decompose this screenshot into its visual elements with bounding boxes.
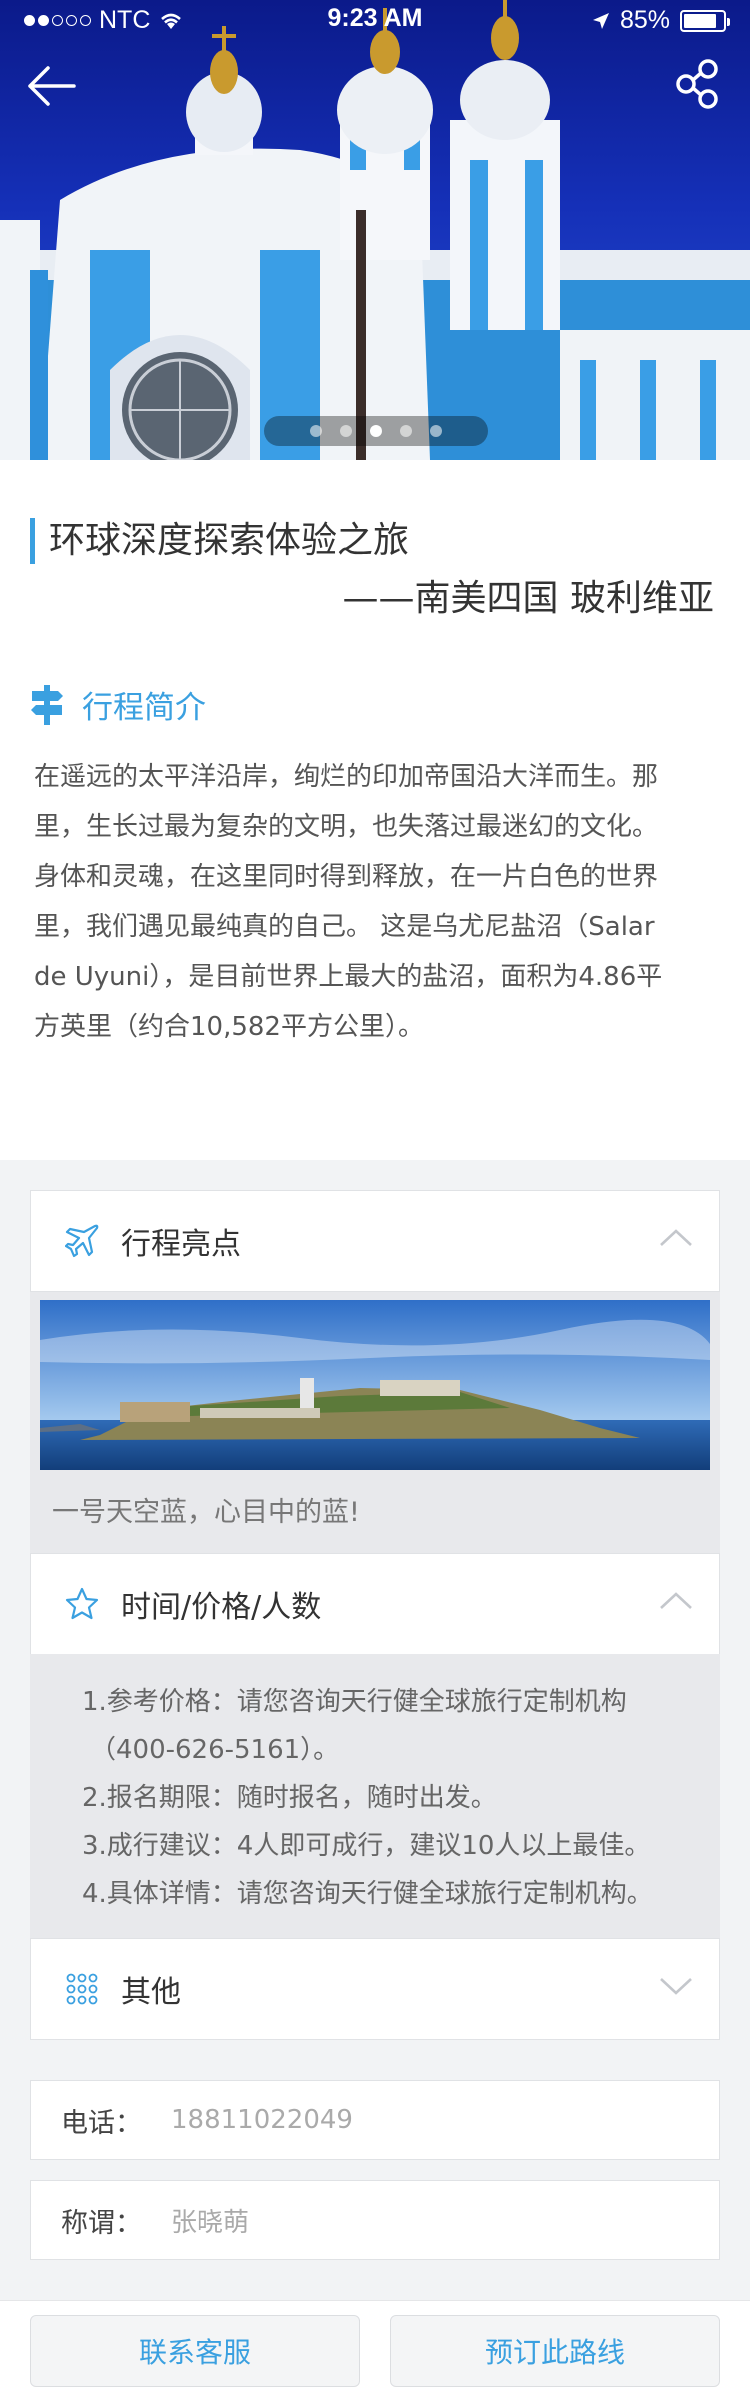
trip-intro: 环球深度探索体验之旅 ——南美四国 玻利维亚 行程简介 在遥远的太平洋沿岸，绚烂… xyxy=(0,460,750,1160)
carousel-pager[interactable] xyxy=(264,416,488,446)
trip-title: 环球深度探索体验之旅 xyxy=(30,518,409,564)
overview-line: 身体和灵魂，在这里同时得到释放，在一片白色的世界 xyxy=(34,862,659,892)
highlight-photo xyxy=(40,1300,710,1470)
chevron-down-icon[interactable] xyxy=(659,1975,693,1997)
info-line: 2.报名期限：随时报名，随时出发。 xyxy=(82,1783,497,1813)
signpost-icon xyxy=(31,684,63,725)
battery-percent: 85% xyxy=(619,6,670,34)
time-price-content: 1.参考价格：请您咨询天行健全球旅行定制机构 （400-626-5161）。 2… xyxy=(30,1654,720,1938)
overview-line: 在遥远的太平洋沿岸，绚烂的印加帝国沿大洋而生。那 xyxy=(34,762,659,792)
name-field[interactable]: 称谓： 张晓萌 xyxy=(30,2180,720,2260)
pager-dot[interactable] xyxy=(430,425,442,437)
phone-input[interactable]: 18811022049 xyxy=(171,2105,353,2135)
pager-dot[interactable] xyxy=(400,425,412,437)
name-input[interactable]: 张晓萌 xyxy=(171,2202,249,2239)
chevron-up-icon[interactable] xyxy=(659,1590,693,1612)
info-line: （400-626-5161）。 xyxy=(90,1735,340,1765)
pager-dot[interactable] xyxy=(370,425,382,437)
back-arrow-icon[interactable] xyxy=(26,60,78,112)
time-price-panel[interactable]: 时间/价格/人数 xyxy=(30,1553,720,1655)
book-route-button[interactable]: 预订此路线 xyxy=(390,2315,720,2387)
star-icon xyxy=(65,1587,99,1620)
hero-image xyxy=(0,0,750,460)
status-bar: NTC 9:23 AM 85% xyxy=(0,0,750,40)
overview-heading: 行程简介 xyxy=(30,682,206,727)
pager-dot[interactable] xyxy=(310,425,322,437)
info-line: 4.具体详情：请您咨询天行健全球旅行定制机构。 xyxy=(82,1879,653,1909)
overview-text: 在遥远的太平洋沿岸，绚烂的印加帝国沿大洋而生。那 里，生长过最为复杂的文明，也失… xyxy=(34,752,720,1052)
overview-line: 方英里（约合10,582平方公里）。 xyxy=(34,1012,424,1042)
hero-carousel[interactable]: NTC 9:23 AM 85% xyxy=(0,0,750,460)
phone-field[interactable]: 电话： 18811022049 xyxy=(30,2080,720,2160)
info-line: 1.参考价格：请您咨询天行健全球旅行定制机构 xyxy=(82,1687,627,1717)
overview-title: 行程简介 xyxy=(82,690,206,726)
highlights-panel[interactable]: 行程亮点 xyxy=(30,1190,720,1292)
other-panel[interactable]: 其他 xyxy=(30,1938,720,2040)
phone-label: 电话： xyxy=(61,2107,142,2139)
highlights-header[interactable]: 行程亮点 xyxy=(31,1191,719,1291)
location-arrow-icon xyxy=(592,12,609,29)
highlights-content: 一号天空蓝，心目中的蓝! xyxy=(30,1292,720,1554)
time-price-title: 时间/价格/人数 xyxy=(121,1590,322,1625)
pager-dot[interactable] xyxy=(340,425,352,437)
battery-icon xyxy=(680,9,730,32)
share-icon[interactable] xyxy=(672,58,724,110)
grid-dots-icon xyxy=(66,1973,98,2005)
overview-line: 里，我们遇见最纯真的自己。 这是乌尤尼盐沼（Salar xyxy=(34,912,655,942)
info-line: 3.成行建议：4人即可成行，建议10人以上最佳。 xyxy=(82,1831,651,1861)
other-header[interactable]: 其他 xyxy=(31,1939,719,2039)
other-title: 其他 xyxy=(121,1975,181,2010)
trip-subtitle: ——南美四国 玻利维亚 xyxy=(342,578,714,619)
contact-service-button[interactable]: 联系客服 xyxy=(30,2315,360,2387)
bottom-action-bar: 联系客服 预订此路线 xyxy=(0,2300,750,2398)
overview-line: 里，生长过最为复杂的文明，也失落过最迷幻的文化。 xyxy=(34,812,659,842)
highlight-caption: 一号天空蓝，心目中的蓝! xyxy=(52,1497,360,1528)
highlights-title: 行程亮点 xyxy=(121,1227,241,1262)
chevron-up-icon[interactable] xyxy=(659,1227,693,1249)
airplane-icon xyxy=(65,1224,99,1258)
name-label: 称谓： xyxy=(61,2207,142,2239)
overview-line: de Uyuni），是目前世界上最大的盐沼，面积为4.86平 xyxy=(34,962,663,992)
time-price-header[interactable]: 时间/价格/人数 xyxy=(31,1554,719,1654)
